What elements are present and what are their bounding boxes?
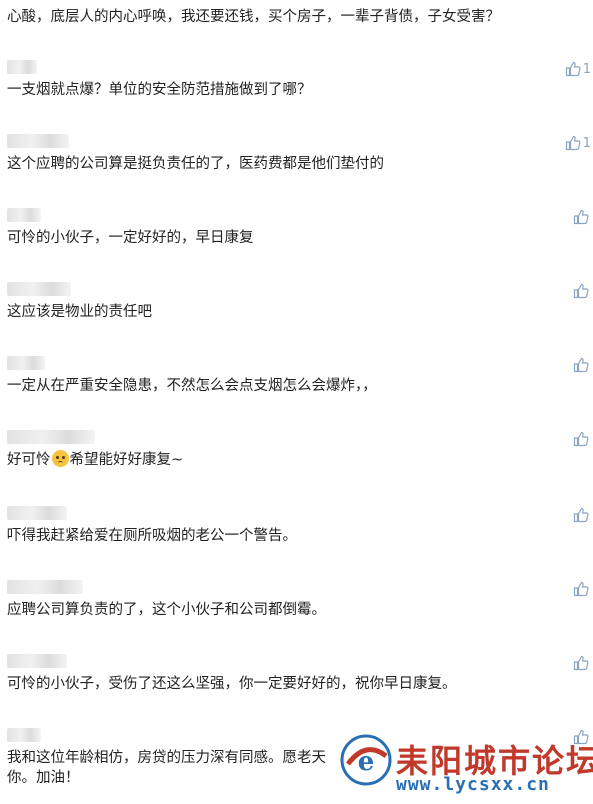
thumbs-up-icon <box>573 655 589 671</box>
like-button[interactable] <box>573 282 591 300</box>
comment-item: 吓得我赶紧给爱在厕所吸烟的老公一个警告。 <box>0 506 593 580</box>
like-button[interactable] <box>573 580 591 598</box>
like-count: 1 <box>582 135 591 151</box>
username-blurred[interactable] <box>7 506 67 520</box>
comment-text: 这个应聘的公司算是挺负责任的了，医药费都是他们垫付的 <box>7 156 384 172</box>
site-watermark: e 耒阳城市论坛 www.lycsxx.cn <box>330 728 593 800</box>
username-blurred[interactable] <box>7 134 69 148</box>
like-button[interactable] <box>573 208 591 226</box>
svg-text:e: e <box>358 747 375 777</box>
username-blurred[interactable] <box>7 430 95 444</box>
comment-text: 吓得我赶紧给爱在厕所吸烟的老公一个警告。 <box>7 528 297 544</box>
username-blurred[interactable] <box>7 208 41 222</box>
comment-text: 一支烟就点爆？单位的安全防范措施做到了哪？ <box>7 82 312 98</box>
username-blurred[interactable] <box>7 282 71 296</box>
comment-text: 可怜的小伙子，一定好好的，早日康复 <box>7 230 254 246</box>
like-button[interactable] <box>573 356 591 374</box>
username-blurred[interactable] <box>7 580 83 594</box>
like-button[interactable]: 1 <box>565 60 591 78</box>
comment-item: 好可怜 希望能好好康复~ <box>0 430 593 504</box>
comment-item: 可怜的小伙子，一定好好的，早日康复 <box>0 208 593 282</box>
site-logo-icon: e <box>340 734 392 786</box>
comment-item: 1 一支烟就点爆？单位的安全防范措施做到了哪？ <box>0 60 593 134</box>
comment-text-part: 好可怜 <box>7 452 51 468</box>
top-comment-text: 心酸，底层人的内心呼唤，我还要还钱，买个房子，一辈子背债，子女受害？ <box>7 9 500 25</box>
thumbs-up-icon <box>565 61 581 77</box>
watermark-url: www.lycsxx.cn <box>396 774 550 795</box>
thumbs-up-icon <box>573 507 589 523</box>
comment-item: 一定从在严重安全隐患，不然怎么会点支烟怎么会爆炸，， <box>0 356 593 430</box>
comment-item: 1 这个应聘的公司算是挺负责任的了，医药费都是他们垫付的 <box>0 134 593 208</box>
sad-face-emoji-icon <box>51 450 69 467</box>
username-blurred[interactable] <box>7 356 45 370</box>
thumbs-up-icon <box>573 357 589 373</box>
comment-text: 好可怜 希望能好好康复~ <box>7 450 587 470</box>
comment-text: 可怜的小伙子，受伤了还这么坚强，你一定要好好的，祝你早日康复。 <box>7 676 457 692</box>
like-count: 1 <box>582 61 591 77</box>
username-blurred[interactable] <box>7 654 67 668</box>
comment-item: 这应该是物业的责任吧 <box>0 282 593 356</box>
thumbs-up-icon <box>565 135 581 151</box>
like-button[interactable] <box>573 430 591 448</box>
comment-text: 一定从在严重安全隐患，不然怎么会点支烟怎么会爆炸，， <box>7 378 377 394</box>
comment-text: 应聘公司算负责的了，这个小伙子和公司都倒霉。 <box>7 602 326 618</box>
comment-text: 这应该是物业的责任吧 <box>7 304 152 320</box>
username-blurred[interactable] <box>7 728 41 742</box>
comment-text-part: 希望能好好康复~ <box>69 452 184 468</box>
comment-item: 可怜的小伙子，受伤了还这么坚强，你一定要好好的，祝你早日康复。 <box>0 654 593 728</box>
username-blurred[interactable] <box>7 60 37 74</box>
like-button[interactable] <box>573 654 591 672</box>
like-button[interactable]: 1 <box>565 134 591 152</box>
thumbs-up-icon <box>573 283 589 299</box>
thumbs-up-icon <box>573 209 589 225</box>
thumbs-up-icon <box>573 581 589 597</box>
thumbs-up-icon <box>573 431 589 447</box>
comment-item: 应聘公司算负责的了，这个小伙子和公司都倒霉。 <box>0 580 593 654</box>
like-button[interactable] <box>573 506 591 524</box>
